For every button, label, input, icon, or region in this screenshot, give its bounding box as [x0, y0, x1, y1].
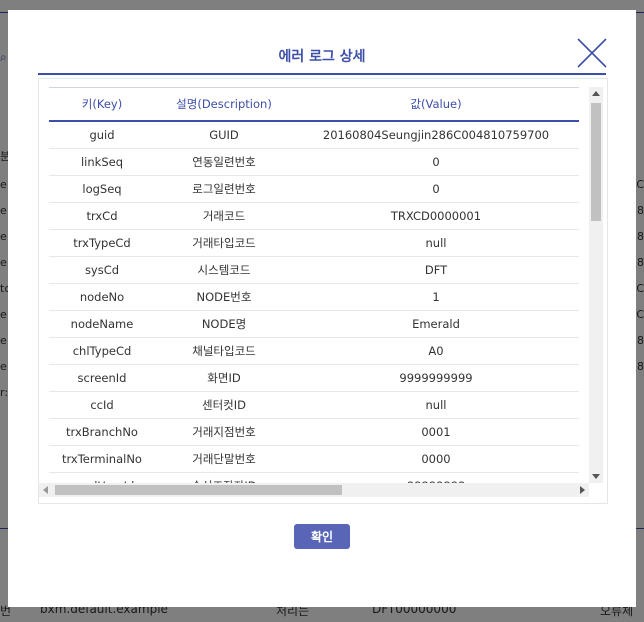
- cell-value: 0: [293, 175, 579, 203]
- cell-value: Emerald: [293, 310, 579, 338]
- grid-body: 키(Key) 설명(Description) 값(Value) guid GUID…: [49, 87, 579, 483]
- column-header-key[interactable]: 키(Key): [49, 87, 155, 122]
- cell-description: 화면ID: [155, 364, 293, 392]
- table-row[interactable]: guid GUID 20160804Seungjin286C004810759700: [49, 121, 579, 149]
- table-row[interactable]: sysCd 시스템코드 DFT: [49, 256, 579, 284]
- error-log-table: 키(Key) 설명(Description) 값(Value) guid GUID…: [49, 87, 579, 483]
- cell-value: 9999999999: [293, 364, 579, 392]
- cell-value: 88888888: [293, 472, 579, 483]
- cell-description: 센터컷ID: [155, 391, 293, 419]
- cell-key: ccId: [49, 391, 155, 419]
- table-row[interactable]: ccId 센터컷ID null: [49, 391, 579, 419]
- cell-value: null: [293, 229, 579, 257]
- cell-key: nodeNo: [49, 283, 155, 311]
- cell-key: sysCd: [49, 256, 155, 284]
- table-body: guid GUID 20160804Seungjin286C004810759700…: [49, 121, 579, 483]
- cell-value: A0: [293, 337, 579, 365]
- table-header-row: 키(Key) 설명(Description) 값(Value): [49, 87, 579, 122]
- cell-value: TRXCD0000001: [293, 202, 579, 230]
- cell-description: NODE번호: [155, 283, 293, 311]
- horizontal-scroll-thumb[interactable]: [55, 485, 342, 495]
- cell-description: 거래타입코드: [155, 229, 293, 257]
- cell-key: trxBranchNo: [49, 418, 155, 446]
- cell-value: 20160804Seungjin286C004810759700: [293, 121, 579, 149]
- error-log-grid: 키(Key) 설명(Description) 값(Value) guid GUID…: [38, 78, 608, 504]
- table-row[interactable]: nodeNo NODE번호 1: [49, 283, 579, 311]
- table-row[interactable]: linkSeq 연동일련번호 0: [49, 148, 579, 176]
- cell-description: GUID: [155, 121, 293, 149]
- vertical-scroll-thumb[interactable]: [591, 103, 601, 221]
- cell-key: trxTerminalNo: [49, 445, 155, 473]
- cell-description: 거래지점번호: [155, 418, 293, 446]
- cell-value: null: [293, 391, 579, 419]
- cell-value: 0: [293, 148, 579, 176]
- cell-key: trxCd: [49, 202, 155, 230]
- table-row[interactable]: screenId 화면ID 9999999999: [49, 364, 579, 392]
- table-row[interactable]: nodeName NODE명 Emerald: [49, 310, 579, 338]
- scroll-down-arrow-icon[interactable]: [592, 474, 600, 479]
- cell-description: 거래코드: [155, 202, 293, 230]
- cell-key: screenId: [49, 364, 155, 392]
- cell-description: 채널타입코드: [155, 337, 293, 365]
- close-icon: [577, 38, 607, 68]
- cell-value: 0001: [293, 418, 579, 446]
- scroll-left-arrow-icon[interactable]: [43, 486, 48, 494]
- horizontal-scrollbar[interactable]: [39, 483, 589, 497]
- close-button[interactable]: [576, 37, 608, 69]
- table-row[interactable]: trxTerminalNo 거래단말번호 0000: [49, 445, 579, 473]
- table-row[interactable]: sendUserId송신조작자ID88888888: [49, 472, 579, 483]
- cell-key: nodeName: [49, 310, 155, 338]
- table-row[interactable]: trxCd 거래코드 TRXCD0000001: [49, 202, 579, 230]
- cell-value: 1: [293, 283, 579, 311]
- cell-description: 연동일련번호: [155, 148, 293, 176]
- cell-description: 로그일련번호: [155, 175, 293, 203]
- cell-description: 거래단말번호: [155, 445, 293, 473]
- cell-key: linkSeq: [49, 148, 155, 176]
- table-row[interactable]: chlTypeCd 채널타입코드 A0: [49, 337, 579, 365]
- cell-description: NODE명: [155, 310, 293, 338]
- table-row[interactable]: trxTypeCd 거래타입코드 null: [49, 229, 579, 257]
- confirm-button[interactable]: 확인: [294, 524, 350, 549]
- cell-key: guid: [49, 121, 155, 149]
- column-header-value[interactable]: 값(Value): [293, 87, 579, 122]
- cell-key: trxTypeCd: [49, 229, 155, 257]
- cell-value: 0000: [293, 445, 579, 473]
- cell-key: chlTypeCd: [49, 337, 155, 365]
- scroll-up-arrow-icon[interactable]: [592, 91, 600, 96]
- dialog-title: 에러 로그 상세: [278, 49, 366, 65]
- title-divider: [38, 73, 606, 75]
- cell-key: sendUserId: [49, 472, 155, 483]
- column-header-description[interactable]: 설명(Description): [155, 87, 293, 122]
- table-row[interactable]: trxBranchNo 거래지점번호 0001: [49, 418, 579, 446]
- error-log-detail-dialog: 에러 로그 상세 키(Key) 설명(Description) 값(Value)…: [8, 10, 636, 607]
- cell-description: 시스템코드: [155, 256, 293, 284]
- cell-value: DFT: [293, 256, 579, 284]
- cell-key: logSeq: [49, 175, 155, 203]
- table-row[interactable]: logSeq 로그일련번호 0: [49, 175, 579, 203]
- vertical-scrollbar[interactable]: [589, 87, 603, 483]
- cell-description: 송신조작자ID: [155, 472, 293, 483]
- scroll-right-arrow-icon[interactable]: [580, 486, 585, 494]
